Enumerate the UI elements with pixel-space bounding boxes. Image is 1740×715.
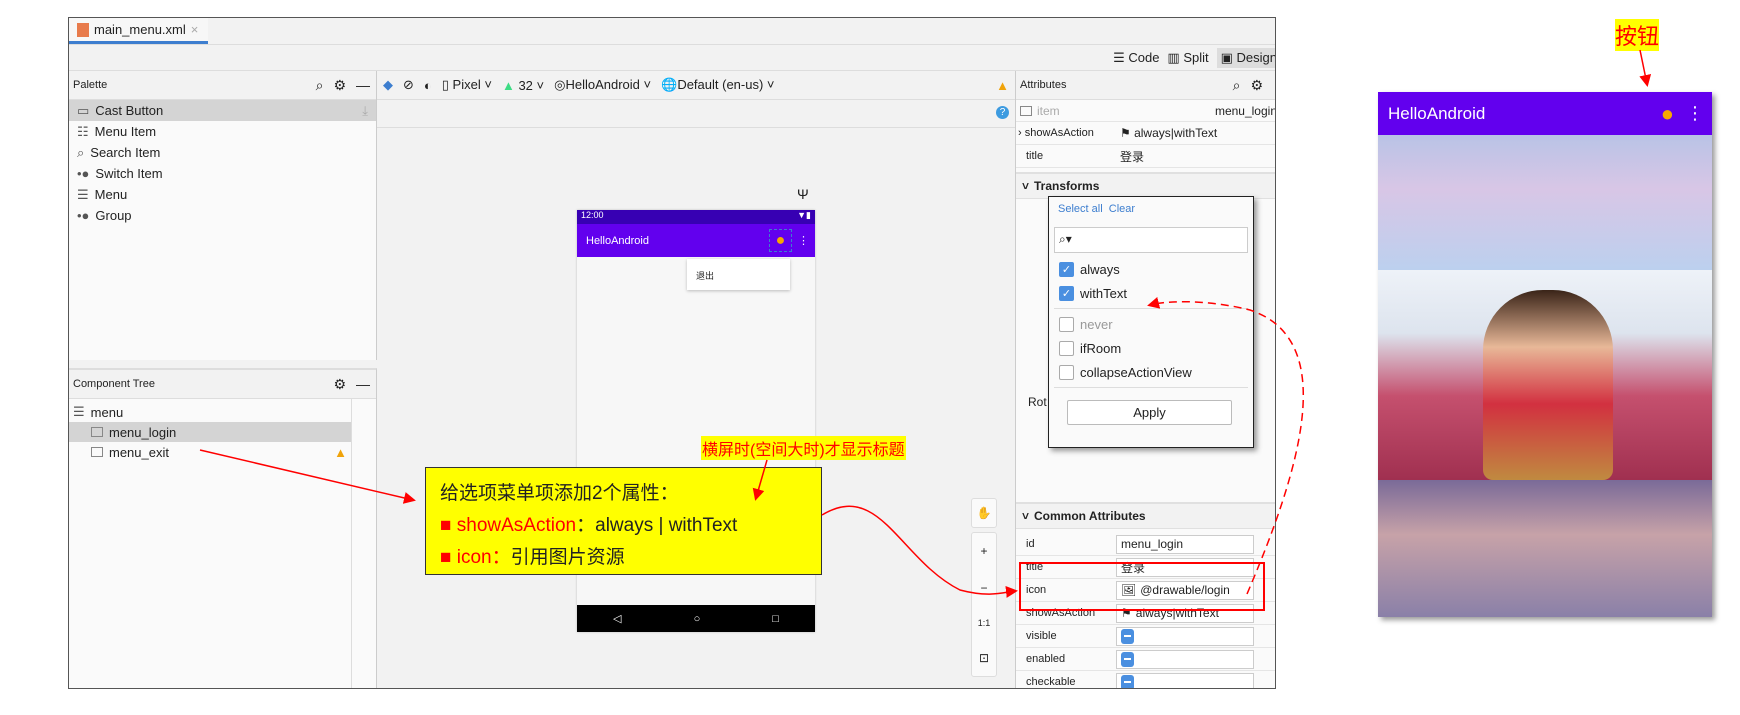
- result-app-bar: HelloAndroid ● ⋮: [1378, 92, 1712, 135]
- background-reflection: [1378, 480, 1712, 617]
- login-action-icon: ●: [1660, 100, 1674, 126]
- arrow-to-button: [1639, 49, 1652, 87]
- arrow-note-down: [752, 459, 768, 501]
- background-sky: [1378, 135, 1712, 270]
- dashed-arrow-to-always: [1147, 296, 1304, 595]
- overflow-menu-icon: ⋮: [1686, 103, 1704, 123]
- background-photo: [1378, 270, 1712, 480]
- result-app-title: HelloAndroid: [1388, 103, 1486, 123]
- photo-person: [1483, 290, 1613, 480]
- result-phone-screenshot: HelloAndroid ● ⋮: [1378, 92, 1712, 617]
- arrow-tree-to-callout: [199, 449, 416, 504]
- arrow-callout-to-attrs: [821, 505, 1018, 598]
